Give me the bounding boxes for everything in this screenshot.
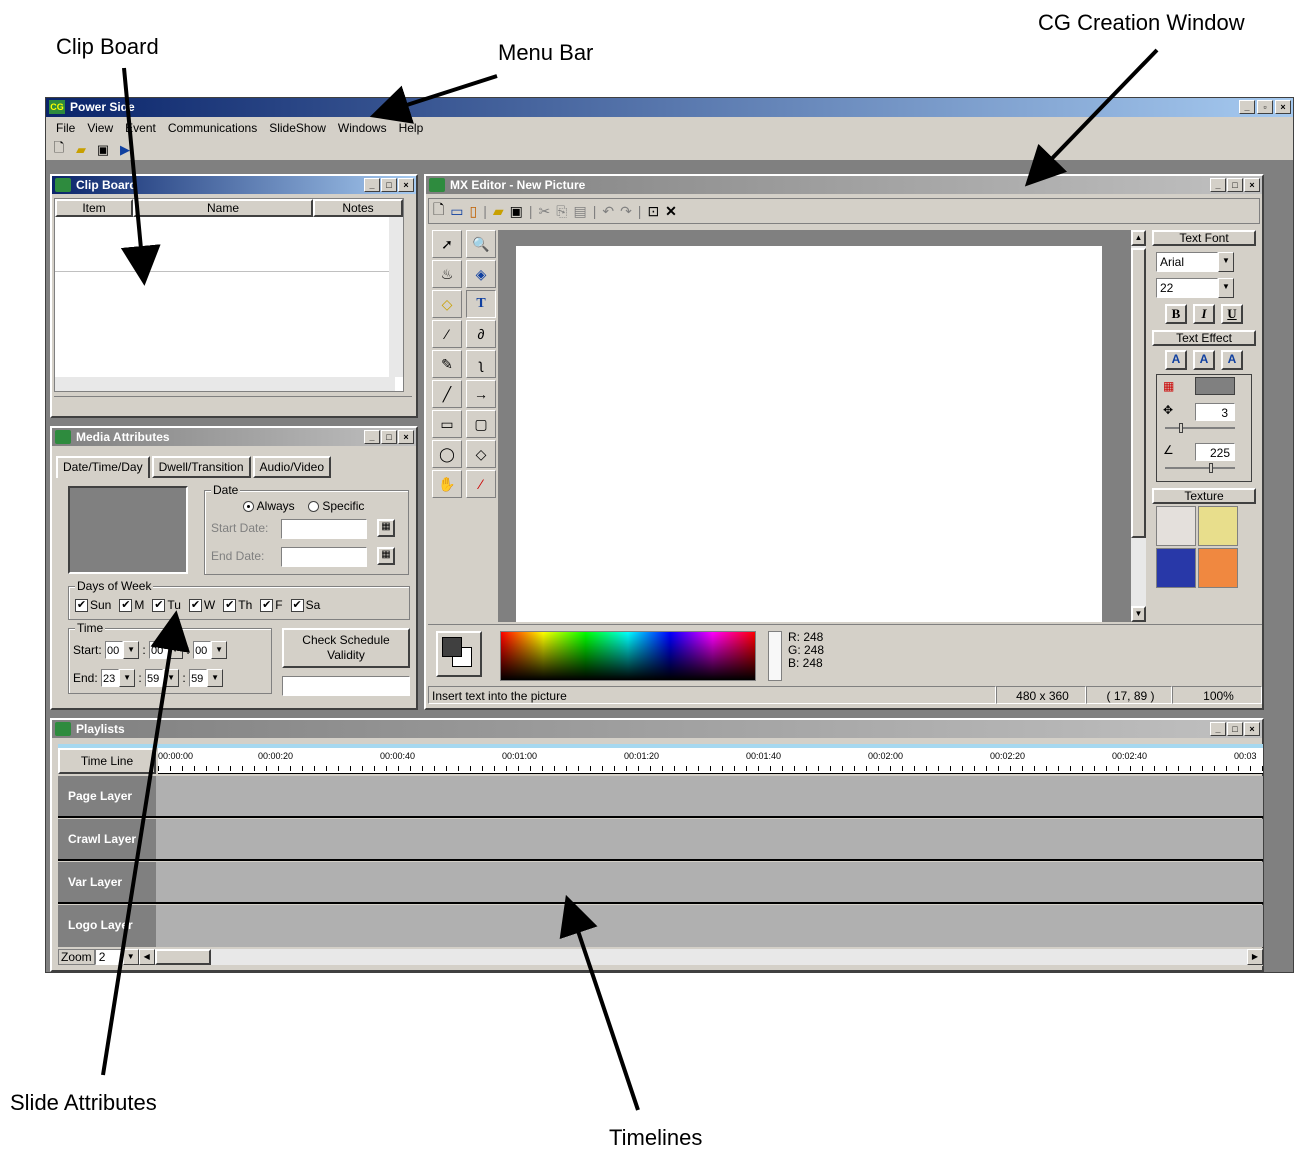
- menu-bar-arrow: [369, 74, 498, 124]
- timelines-arrow: [559, 894, 640, 1111]
- annotation-arrows: [101, 48, 1159, 1111]
- cg-creation-window-arrow: [1024, 48, 1159, 187]
- clip-board-arrow: [120, 67, 161, 286]
- slide-attributes-arrow: [101, 610, 191, 1076]
